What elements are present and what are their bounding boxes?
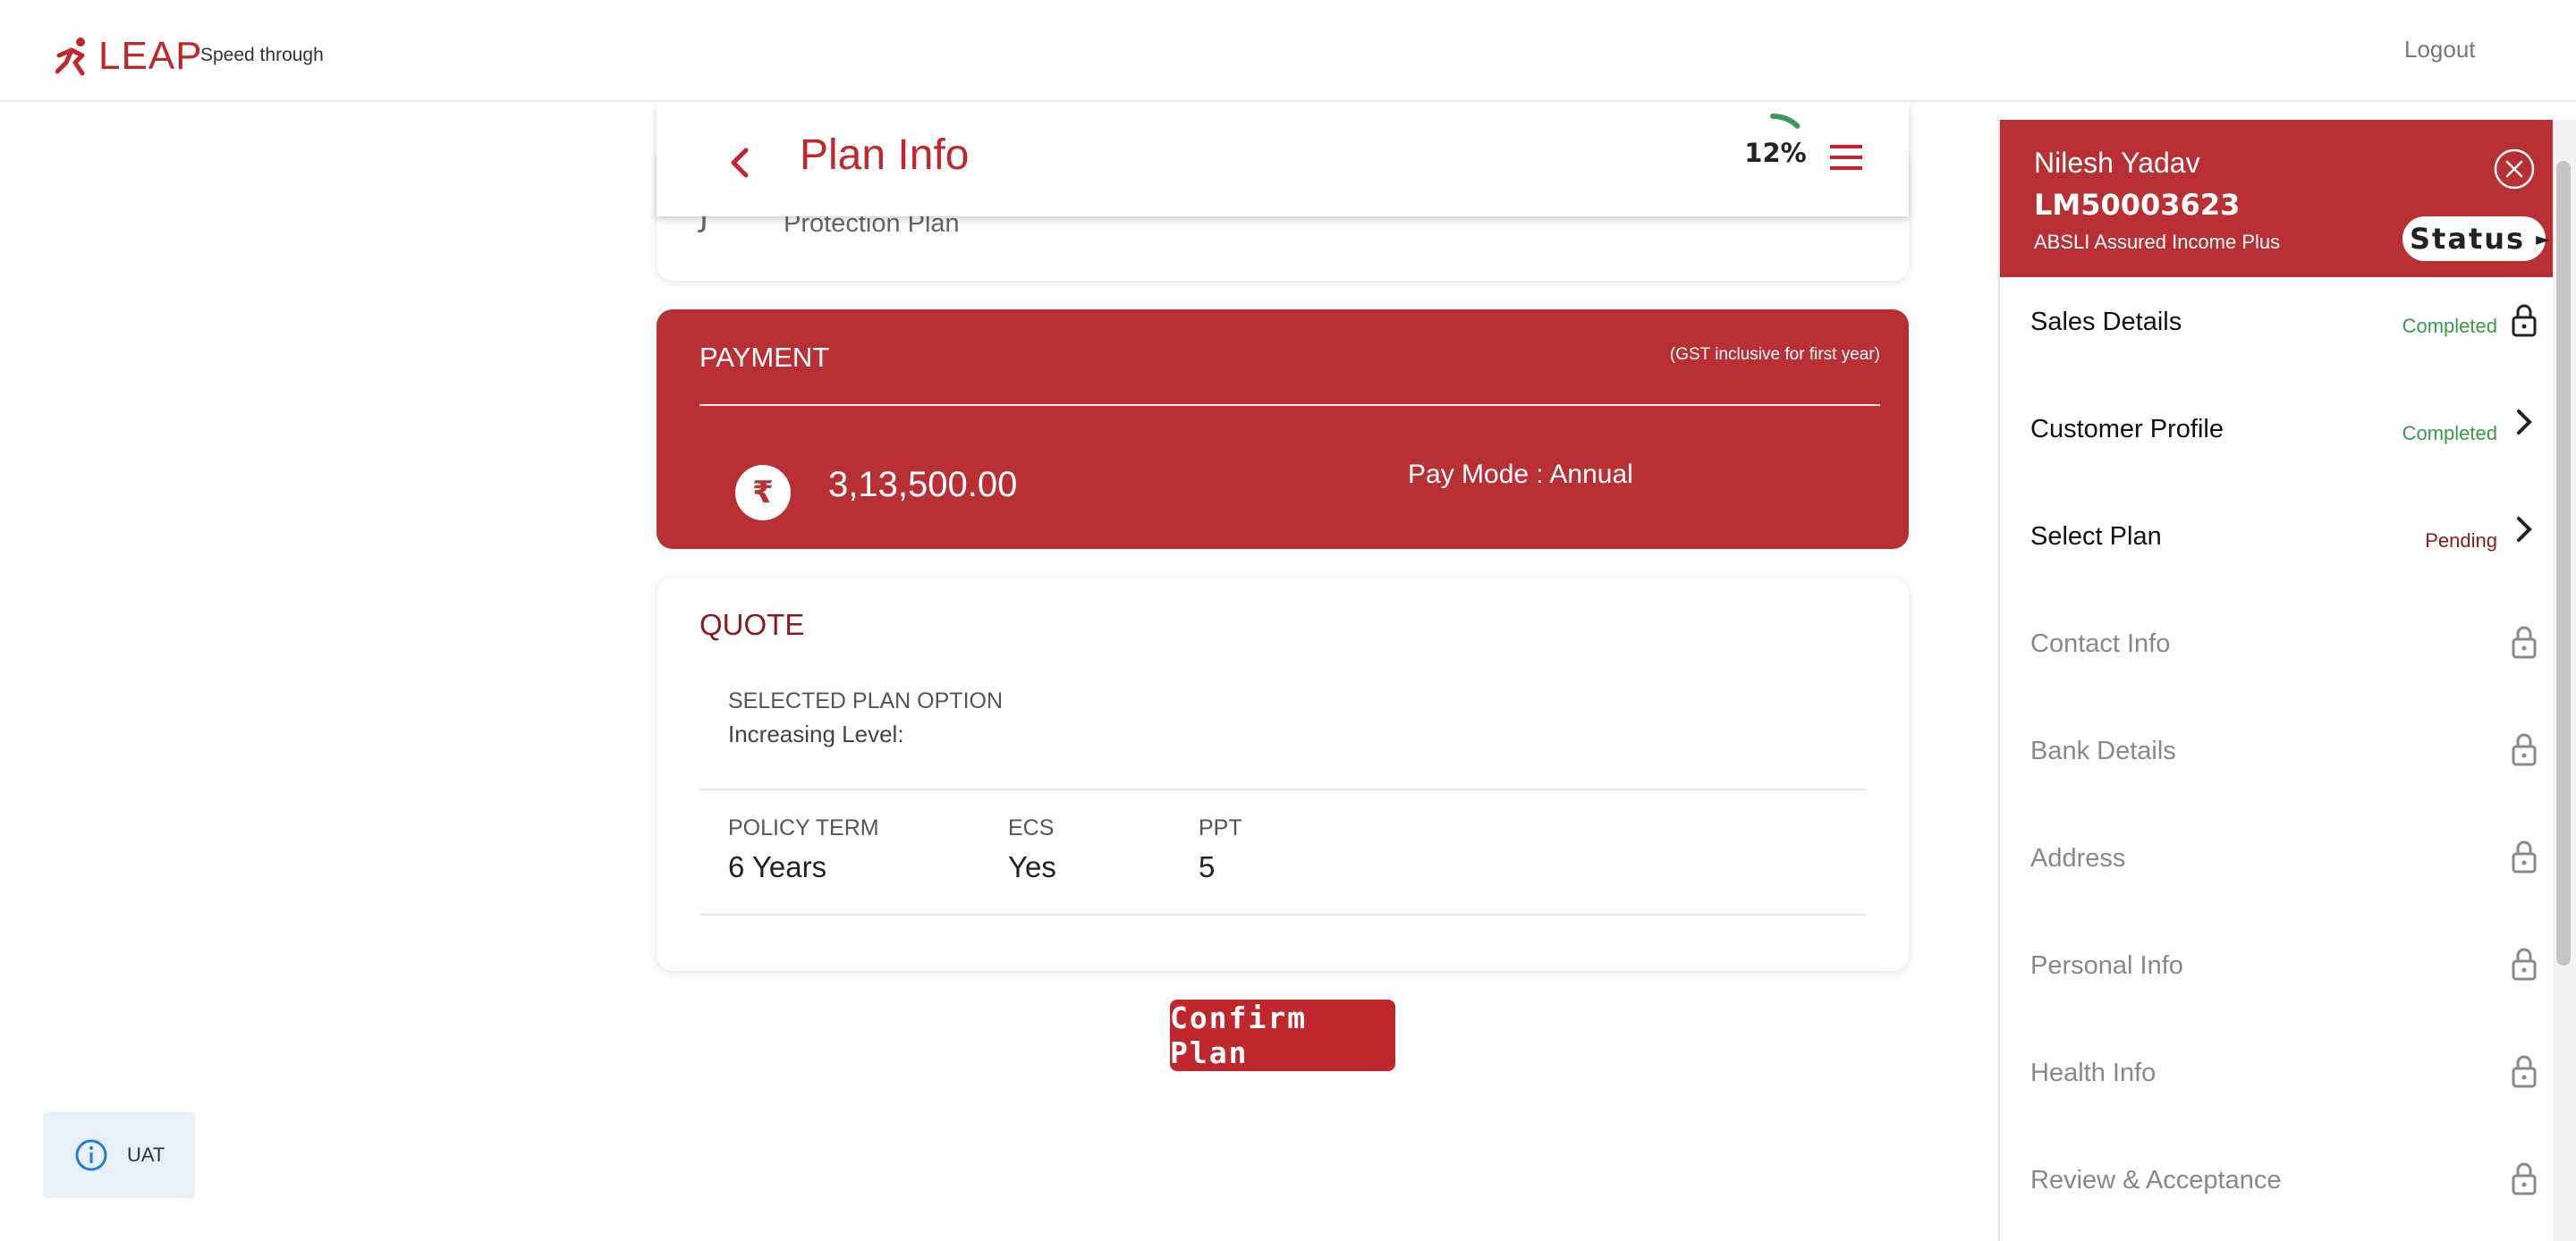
step-label: Health Info bbox=[2030, 1059, 2157, 1087]
step-label: Address bbox=[2030, 844, 2126, 873]
sidebar-step-sales-details[interactable]: Sales Details Completed bbox=[2000, 277, 2555, 384]
step-status: Completed bbox=[2402, 422, 2497, 444]
pay-mode: Pay Mode : Annual bbox=[1408, 460, 1633, 489]
lock-icon bbox=[2512, 948, 2537, 981]
payment-amount: 3,13,500.00 bbox=[828, 465, 1018, 504]
caret-right-icon: ► bbox=[2536, 228, 2552, 249]
close-icon[interactable] bbox=[2492, 147, 2537, 191]
logo-text: LEAP bbox=[98, 34, 203, 78]
ppt-label: PPT bbox=[1199, 815, 1242, 840]
sidebar-step-review-acceptance[interactable]: Review & Acceptance bbox=[2000, 1135, 2555, 1241]
sidebar-step-personal-info[interactable]: Personal Info bbox=[2000, 921, 2555, 1028]
status-button[interactable]: Status ► bbox=[2402, 216, 2549, 261]
sidebar-step-health-info[interactable]: Health Info bbox=[2000, 1028, 2555, 1135]
policy-term-label: POLICY TERM bbox=[728, 815, 879, 840]
step-label: Sales Details bbox=[2030, 308, 2182, 336]
sidebar-step-contact-info[interactable]: Contact Info bbox=[2000, 599, 2555, 706]
payment-divider bbox=[699, 404, 1880, 406]
progress-sidebar: Nilesh Yadav LM50003623 ABSLI Assured In… bbox=[1998, 120, 2555, 1241]
back-arrow-icon[interactable] bbox=[721, 143, 760, 182]
page-title: Plan Info bbox=[800, 131, 970, 179]
step-status: Completed bbox=[2402, 315, 2497, 337]
top-bar: LEAP Speed through Logout bbox=[0, 0, 2576, 102]
tagline: Speed through bbox=[200, 45, 324, 65]
chevron-right-icon bbox=[2517, 517, 2532, 542]
customer-header: Nilesh Yadav LM50003623 ABSLI Assured In… bbox=[2000, 120, 2555, 277]
scrollbar-thumb[interactable] bbox=[2556, 161, 2571, 966]
step-label: Customer Profile bbox=[2030, 415, 2224, 443]
logout-link[interactable]: Logout bbox=[2404, 36, 2476, 63]
payment-title: PAYMENT bbox=[699, 342, 830, 373]
progress-percent: 12% bbox=[1744, 138, 1807, 168]
divider bbox=[699, 914, 1866, 916]
environment-label: UAT bbox=[127, 1144, 165, 1166]
lock-open-icon bbox=[2512, 304, 2537, 337]
selected-plan-label: SELECTED PLAN OPTION bbox=[728, 688, 1004, 713]
hamburger-menu-icon[interactable] bbox=[1828, 141, 1864, 173]
payment-note: (GST inclusive for first year) bbox=[1669, 345, 1880, 364]
runner-icon bbox=[55, 38, 85, 76]
status-label: Status bbox=[2410, 222, 2526, 256]
lock-icon bbox=[2512, 733, 2537, 766]
lock-icon bbox=[2512, 840, 2537, 874]
leap-logo[interactable]: LEAP bbox=[55, 34, 203, 79]
rupee-icon: ₹ bbox=[735, 465, 791, 520]
step-label: Select Plan bbox=[2030, 522, 2162, 551]
sidebar-step-customer-profile[interactable]: Customer Profile Completed bbox=[2000, 384, 2555, 492]
lock-icon bbox=[2512, 1055, 2537, 1088]
sidebar-step-address[interactable]: Address bbox=[2000, 814, 2555, 921]
step-label: Personal Info bbox=[2030, 951, 2183, 980]
info-icon bbox=[75, 1139, 107, 1171]
environment-badge: UAT bbox=[43, 1112, 195, 1198]
quote-card: QUOTE SELECTED PLAN OPTION Increasing Le… bbox=[657, 578, 1909, 971]
ecs-label: ECS bbox=[1008, 815, 1055, 840]
ppt-stat: PPT 5 bbox=[1199, 815, 1242, 884]
customer-id: LM50003623 bbox=[2034, 188, 2241, 222]
divider bbox=[699, 789, 1866, 790]
confirm-plan-button[interactable]: Confirm Plan bbox=[1170, 1000, 1395, 1071]
sidebar-step-select-plan[interactable]: Select Plan Pending bbox=[2000, 492, 2555, 599]
policy-term-value: 6 Years bbox=[728, 850, 827, 883]
lock-icon bbox=[2512, 1162, 2537, 1195]
sidebar-step-bank-details[interactable]: Bank Details bbox=[2000, 706, 2555, 814]
step-status: Pending bbox=[2425, 529, 2497, 552]
payment-card: PAYMENT (GST inclusive for first year) ₹… bbox=[657, 309, 1909, 549]
step-label: Contact Info bbox=[2030, 629, 2171, 658]
customer-name: Nilesh Yadav bbox=[2034, 147, 2200, 179]
quote-title: QUOTE bbox=[699, 608, 805, 641]
policy-term-stat: POLICY TERM 6 Years bbox=[728, 815, 879, 884]
selected-plan-value: Increasing Level: bbox=[728, 721, 904, 747]
ecs-stat: ECS Yes bbox=[1008, 815, 1056, 884]
ppt-value: 5 bbox=[1199, 850, 1216, 883]
chevron-right-icon bbox=[2517, 409, 2532, 435]
product-name: ABSLI Assured Income Plus bbox=[2034, 231, 2281, 253]
step-label: Review & Acceptance bbox=[2030, 1166, 2282, 1195]
lock-icon bbox=[2512, 626, 2537, 659]
plan-info-header: Plan Info 12% bbox=[657, 104, 1909, 216]
step-label: Bank Details bbox=[2030, 737, 2176, 765]
ecs-value: Yes bbox=[1008, 850, 1056, 883]
